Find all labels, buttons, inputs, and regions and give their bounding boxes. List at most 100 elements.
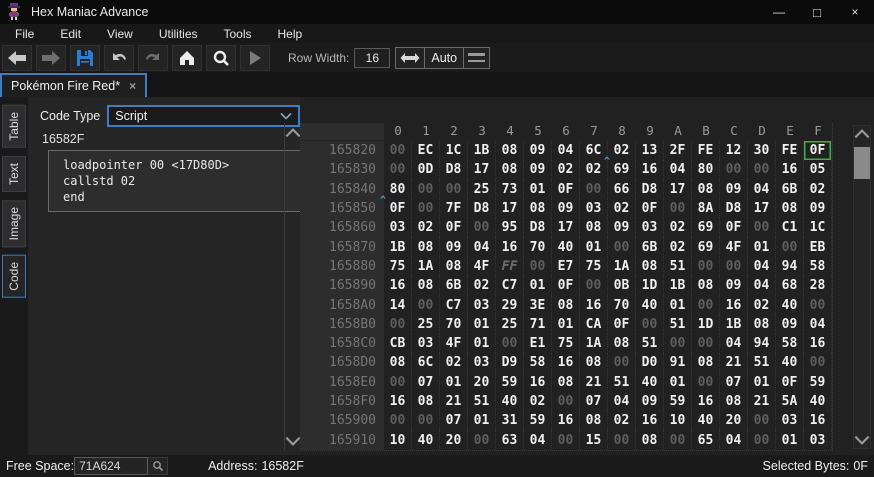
hex-cell[interactable]: 69^	[608, 160, 636, 179]
hex-cell[interactable]: 4F	[720, 237, 748, 256]
hex-cell[interactable]: 16	[552, 353, 580, 372]
hex-cell[interactable]: D8	[440, 160, 468, 179]
hex-cell[interactable]: 65	[692, 430, 720, 449]
hex-cell[interactable]: 58	[804, 257, 832, 276]
hex-cell[interactable]: 15	[580, 430, 608, 449]
hex-cell[interactable]: 00	[412, 180, 440, 199]
hex-cell[interactable]: 0D	[412, 160, 440, 179]
hex-cell[interactable]: 00	[608, 237, 636, 256]
hex-cell[interactable]: 40	[412, 430, 440, 449]
hex-cell[interactable]: 16	[804, 411, 832, 430]
hex-cell[interactable]: 17	[664, 180, 692, 199]
hex-cell[interactable]: 51	[636, 334, 664, 353]
free-space-search-button[interactable]	[148, 457, 168, 475]
hex-cell[interactable]: 16	[580, 295, 608, 314]
hex-cell[interactable]: 00	[692, 257, 720, 276]
hex-cell[interactable]: 1A	[412, 257, 440, 276]
hex-cell[interactable]: 02	[664, 237, 692, 256]
hex-cell[interactable]: 01	[552, 315, 580, 334]
hex-cell[interactable]: 70	[608, 295, 636, 314]
hex-cell[interactable]: 59	[664, 392, 692, 411]
hex-cell[interactable]: 00	[664, 430, 692, 449]
hex-cell[interactable]: 16	[552, 411, 580, 430]
hex-cell[interactable]: 69	[692, 218, 720, 237]
close-button[interactable]: ×	[836, 0, 874, 24]
hex-cell[interactable]: 09	[524, 160, 552, 179]
hex-cell[interactable]: D9	[496, 353, 524, 372]
hex-cell[interactable]: 16	[524, 373, 552, 392]
code-type-dropdown[interactable]: Script	[107, 105, 300, 127]
tab-pokemon-fire-red[interactable]: Pokémon Fire Red* ×	[0, 73, 147, 97]
hex-cell[interactable]: 00	[748, 160, 776, 179]
goto-button[interactable]	[240, 45, 270, 71]
hex-cell[interactable]: 02	[608, 199, 636, 218]
hex-cell[interactable]: 14	[384, 295, 412, 314]
hex-cell[interactable]: 0F^	[384, 199, 412, 218]
hex-cell[interactable]: 08	[608, 334, 636, 353]
hex-cell[interactable]: 30	[748, 141, 776, 160]
hex-cell[interactable]: 09	[720, 276, 748, 295]
hex-cell[interactable]: 91	[664, 353, 692, 372]
hex-cell[interactable]: 2F	[664, 141, 692, 160]
hex-cell[interactable]: 69	[692, 237, 720, 256]
maximize-button[interactable]: □	[798, 0, 836, 24]
hex-cell[interactable]: 08	[636, 257, 664, 276]
hex-cell[interactable]: D8	[720, 199, 748, 218]
hex-cell[interactable]: 01	[664, 295, 692, 314]
hex-cell[interactable]: 00	[384, 141, 412, 160]
hex-cell[interactable]: FE	[692, 141, 720, 160]
hex-cell[interactable]: 00	[804, 295, 832, 314]
hex-cell[interactable]: 08	[552, 295, 580, 314]
hex-cell[interactable]: 20	[440, 430, 468, 449]
hex-cell[interactable]: 16	[720, 295, 748, 314]
search-button[interactable]	[206, 45, 236, 71]
hex-cell[interactable]: 0B	[608, 276, 636, 295]
hex-cell[interactable]: 40	[636, 295, 664, 314]
hex-cell[interactable]: 08	[692, 180, 720, 199]
hex-cell[interactable]: 4F	[440, 334, 468, 353]
minimize-button[interactable]: —	[760, 0, 798, 24]
hex-cell[interactable]: 00	[664, 334, 692, 353]
hex-cell[interactable]: 25	[496, 315, 524, 334]
hex-cell[interactable]: 4F	[468, 257, 496, 276]
hex-cell[interactable]: 02	[412, 218, 440, 237]
hex-cell[interactable]: 51	[664, 315, 692, 334]
hex-cell[interactable]: 00	[720, 160, 748, 179]
hex-cell[interactable]: 40	[776, 353, 804, 372]
hex-cell[interactable]: 00	[636, 315, 664, 334]
hex-cell[interactable]: 20	[720, 411, 748, 430]
hex-cell[interactable]: 51	[468, 392, 496, 411]
hex-cell[interactable]: 02	[468, 276, 496, 295]
hex-cell[interactable]: 40	[776, 295, 804, 314]
hex-cell[interactable]: 02	[440, 353, 468, 372]
hex-cell[interactable]: 00	[748, 430, 776, 449]
hex-cell[interactable]: 21	[748, 392, 776, 411]
side-tab-code[interactable]: Code	[2, 255, 26, 298]
hex-cell[interactable]: 00	[384, 373, 412, 392]
hex-cell[interactable]: 01	[524, 180, 552, 199]
hex-cell[interactable]: 80	[384, 180, 412, 199]
hex-cell[interactable]: 16	[384, 276, 412, 295]
hex-cell[interactable]: E1	[524, 334, 552, 353]
hex-cell[interactable]: 00	[412, 199, 440, 218]
row-width-input[interactable]	[354, 48, 390, 68]
hex-cell[interactable]: 04	[608, 392, 636, 411]
hex-cell[interactable]: 03	[468, 295, 496, 314]
stretch-width-button[interactable]	[395, 47, 425, 69]
free-space-input[interactable]	[74, 457, 148, 475]
hex-cell[interactable]: 3E	[524, 295, 552, 314]
hex-cell[interactable]: 08	[524, 199, 552, 218]
hex-cell[interactable]: D8	[636, 180, 664, 199]
hex-cell[interactable]: 16	[496, 237, 524, 256]
hex-cell[interactable]: C7	[440, 295, 468, 314]
hex-cell[interactable]: 1B	[720, 315, 748, 334]
hex-cell[interactable]: 08	[384, 353, 412, 372]
hex-cell[interactable]: 01	[468, 334, 496, 353]
hex-cell[interactable]: 75	[384, 257, 412, 276]
hex-cell[interactable]: 09	[720, 180, 748, 199]
hex-cell[interactable]: 10	[664, 411, 692, 430]
hex-cell[interactable]: 70	[440, 315, 468, 334]
hex-cell[interactable]: 20	[468, 373, 496, 392]
hex-cell[interactable]: 08	[412, 237, 440, 256]
hex-cell[interactable]: 08	[496, 160, 524, 179]
